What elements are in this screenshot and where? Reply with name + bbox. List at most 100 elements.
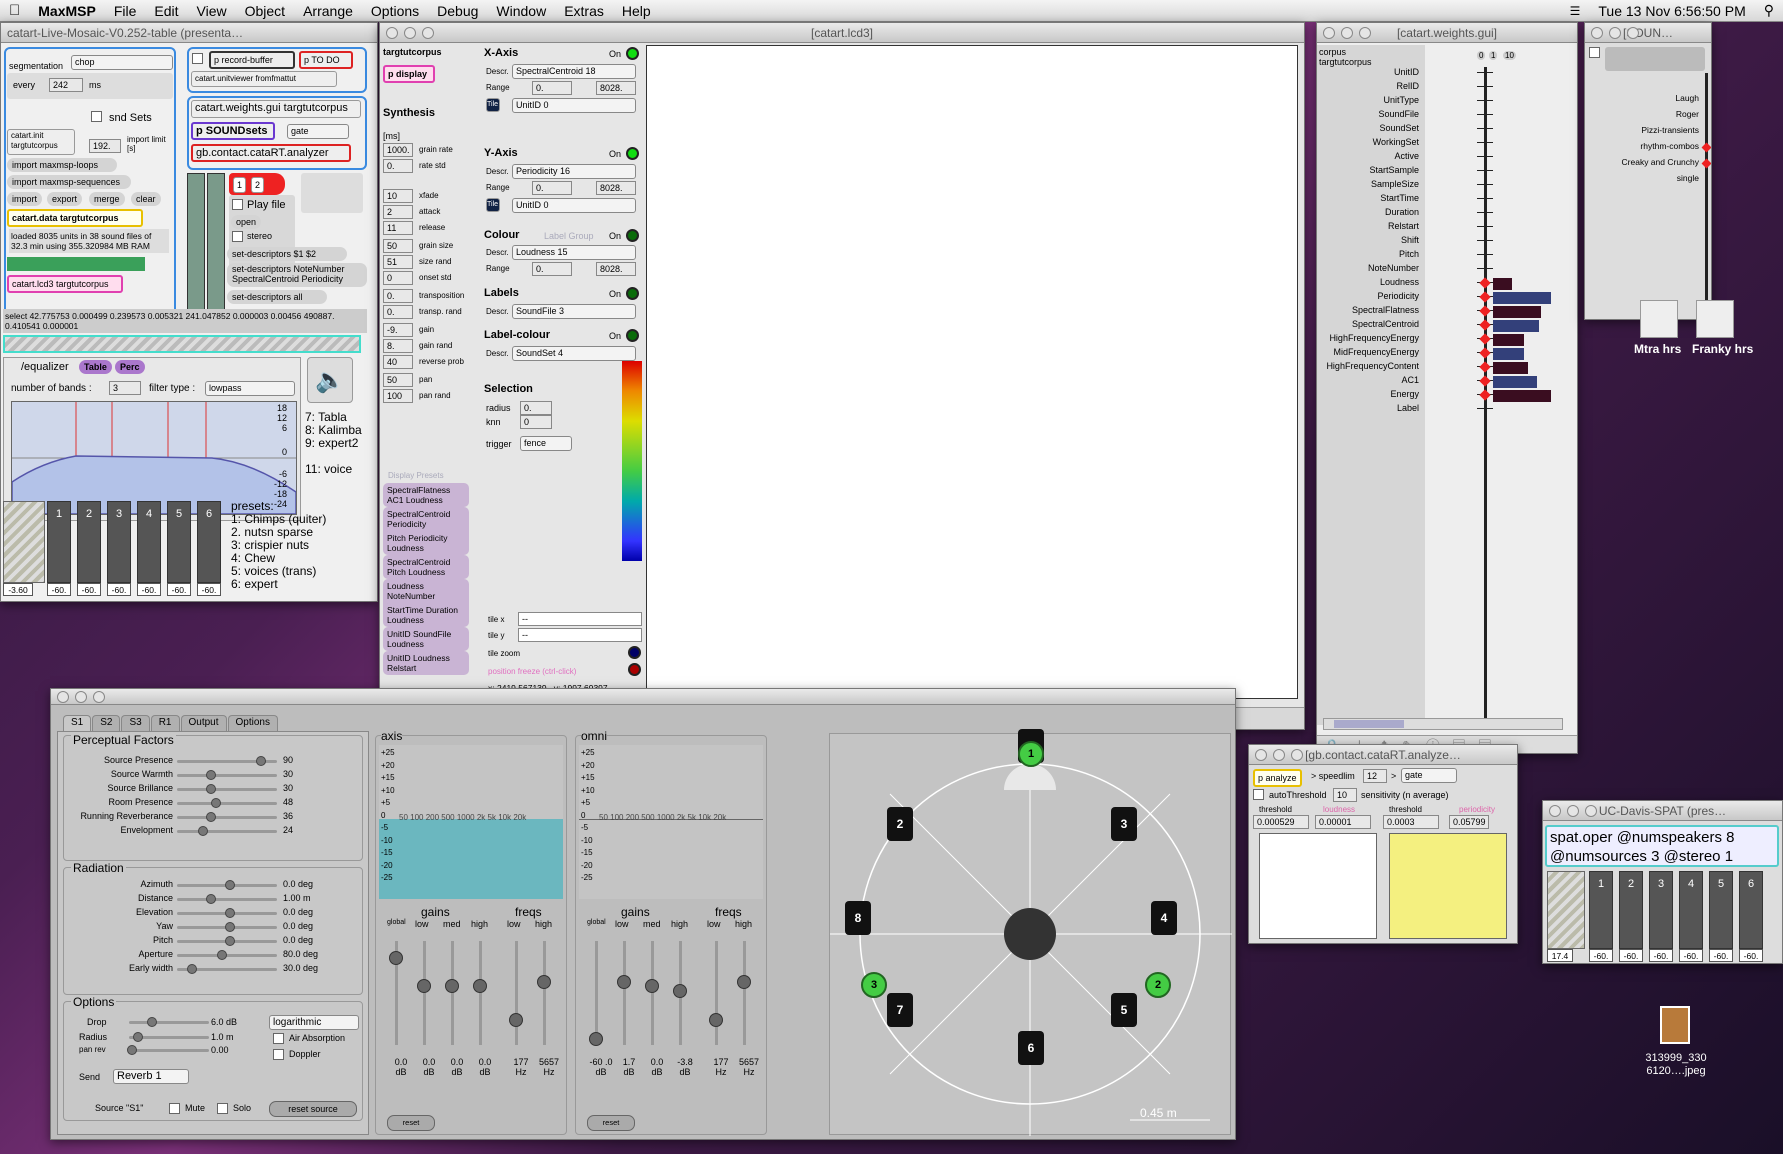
eq-slider-knob[interactable] xyxy=(617,974,631,989)
image-file-icon[interactable] xyxy=(1660,1006,1690,1044)
weight-bar[interactable] xyxy=(1493,278,1513,290)
import-loops-button[interactable]: import maxmsp-loops xyxy=(7,158,117,172)
menu-debug[interactable]: Debug xyxy=(437,3,478,19)
solo-checkbox[interactable] xyxy=(217,1103,228,1114)
desktop-label[interactable]: Mtra hrs xyxy=(1634,342,1681,356)
weight-marker[interactable] xyxy=(1479,319,1491,331)
radius-knob[interactable] xyxy=(133,1032,143,1042)
synth-param-number[interactable]: 50 xyxy=(383,373,413,387)
spat-tab[interactable]: R1 xyxy=(150,715,180,731)
speaker-3[interactable]: 3 xyxy=(1111,807,1137,841)
synth-param-number[interactable]: 0. xyxy=(383,305,413,319)
synth-param-number[interactable]: 1000. xyxy=(383,143,413,157)
eq-vertical-slider[interactable] xyxy=(743,941,746,1045)
weight-marker[interactable] xyxy=(1479,305,1491,317)
menu-app[interactable]: MaxMSP xyxy=(38,3,96,19)
colour-descr-select[interactable]: Loudness 15 xyxy=(512,245,636,260)
x-tile-select[interactable]: UnitID 0 xyxy=(512,98,636,113)
axis-eq-graph[interactable] xyxy=(379,745,563,899)
pan-rev-slider[interactable] xyxy=(129,1049,209,1052)
freeze-led[interactable] xyxy=(628,663,641,676)
play-1-button[interactable]: 1 xyxy=(233,177,247,193)
parameter-slider[interactable] xyxy=(177,830,277,833)
logarithmic-select[interactable]: logarithmic xyxy=(269,1015,359,1030)
spotlight-icon[interactable]: ⚲ xyxy=(1764,2,1774,19)
gate-select[interactable]: gate xyxy=(1401,768,1457,783)
x-axis-led[interactable] xyxy=(626,47,639,60)
catart-init-object[interactable]: catart.init targtutcorpus xyxy=(7,129,75,155)
desktop-label[interactable]: 6120….jpeg xyxy=(1640,1065,1712,1077)
slider-knob[interactable] xyxy=(210,798,221,808)
weight-bar[interactable] xyxy=(1493,334,1524,346)
desktop-label[interactable]: 313999_330 xyxy=(1640,1052,1712,1064)
every-number[interactable]: 242 xyxy=(49,78,83,92)
weight-bar[interactable] xyxy=(1493,306,1541,318)
weight-bar[interactable] xyxy=(1493,320,1540,332)
mixer-fader-3[interactable]: 3 -60. xyxy=(107,501,131,596)
eq-slider-knob[interactable] xyxy=(445,979,459,994)
eq-graph[interactable] xyxy=(11,401,297,515)
weight-bar[interactable] xyxy=(1493,376,1537,388)
weights-gui-object[interactable]: catart.weights.gui targtutcorpus xyxy=(191,100,361,118)
display-preset-button[interactable]: UnitID Loudness Relstart xyxy=(383,651,469,675)
y-descr-select[interactable]: Periodicity 16 xyxy=(512,164,636,179)
trigger-select[interactable]: fence xyxy=(520,436,572,451)
eq-vertical-slider[interactable] xyxy=(595,941,598,1045)
slider-knob[interactable] xyxy=(225,922,235,932)
spat-tab[interactable]: S1 xyxy=(63,715,92,731)
menu-edit[interactable]: Edit xyxy=(154,3,178,19)
menu-file[interactable]: File xyxy=(114,3,137,19)
weight-bar[interactable] xyxy=(1493,390,1551,402)
eq-vertical-slider[interactable] xyxy=(543,941,546,1045)
menu-view[interactable]: View xyxy=(197,3,227,19)
slider-knob[interactable] xyxy=(225,936,235,946)
speedlim-number[interactable]: 12 xyxy=(1363,769,1387,783)
speaker-2[interactable]: 2 xyxy=(887,807,913,841)
slider-knob[interactable] xyxy=(205,894,216,904)
eq-vertical-slider[interactable] xyxy=(515,941,518,1045)
spat-tab[interactable]: Output xyxy=(180,715,227,731)
weight-marker[interactable] xyxy=(1479,291,1491,303)
radius-number[interactable]: 0. xyxy=(520,401,552,415)
y-axis-led[interactable] xyxy=(626,147,639,160)
parameter-slider[interactable] xyxy=(177,802,277,805)
mixer-fader-4[interactable]: 4 -60. xyxy=(137,501,161,596)
eq-vertical-slider[interactable] xyxy=(623,941,626,1045)
set-descriptors-2[interactable]: set-descriptors NoteNumber SpectralCentr… xyxy=(227,263,367,287)
stereo-checkbox[interactable] xyxy=(232,231,243,242)
menu-options[interactable]: Options xyxy=(371,3,419,19)
eq-vertical-slider[interactable] xyxy=(715,941,718,1045)
weight-marker[interactable] xyxy=(1479,277,1491,289)
menu-extras[interactable]: Extras xyxy=(564,3,604,19)
display-preset-button[interactable]: SpectralCentroid Pitch Loudness xyxy=(383,555,469,579)
soundset-marker[interactable] xyxy=(1701,142,1711,153)
eq-slider-knob[interactable] xyxy=(709,1013,723,1027)
eq-slider-knob[interactable] xyxy=(673,984,687,999)
weight-bar[interactable] xyxy=(1493,292,1551,304)
weight-marker[interactable] xyxy=(1479,347,1491,359)
spat-fader-5[interactable]: 5 -60. xyxy=(1709,871,1733,962)
soundsets-object[interactable]: p SOUNDsets xyxy=(191,122,275,140)
segmentation-select[interactable]: chop xyxy=(71,55,173,70)
tile-zoom-led[interactable] xyxy=(628,646,641,659)
import-limit-number[interactable]: 192. xyxy=(89,139,121,153)
eq-slider-knob[interactable] xyxy=(509,1013,523,1027)
menu-object[interactable]: Object xyxy=(245,3,285,19)
master-fader[interactable]: 17.4 xyxy=(1547,871,1585,962)
label-colour-led[interactable] xyxy=(626,329,639,342)
drop-knob[interactable] xyxy=(147,1017,157,1027)
parameter-slider[interactable] xyxy=(177,816,277,819)
synth-param-number[interactable]: 8. xyxy=(383,339,413,353)
drop-slider[interactable] xyxy=(129,1021,209,1024)
synth-param-number[interactable]: 11 xyxy=(383,221,413,235)
synth-param-number[interactable]: 0. xyxy=(383,289,413,303)
eq-slider-knob[interactable] xyxy=(589,1032,603,1047)
parameter-slider[interactable] xyxy=(177,788,277,791)
y-tile-select[interactable]: UnitID 0 xyxy=(512,198,636,213)
eq-slider-knob[interactable] xyxy=(417,979,431,994)
position-slider[interactable] xyxy=(3,335,361,353)
display-preset-button[interactable]: StartTime Duration Loudness xyxy=(383,603,469,627)
clear-button[interactable]: clear xyxy=(131,192,161,206)
record-buffer-object[interactable]: p record-buffer xyxy=(209,51,295,69)
eq-slider-knob[interactable] xyxy=(537,974,551,989)
